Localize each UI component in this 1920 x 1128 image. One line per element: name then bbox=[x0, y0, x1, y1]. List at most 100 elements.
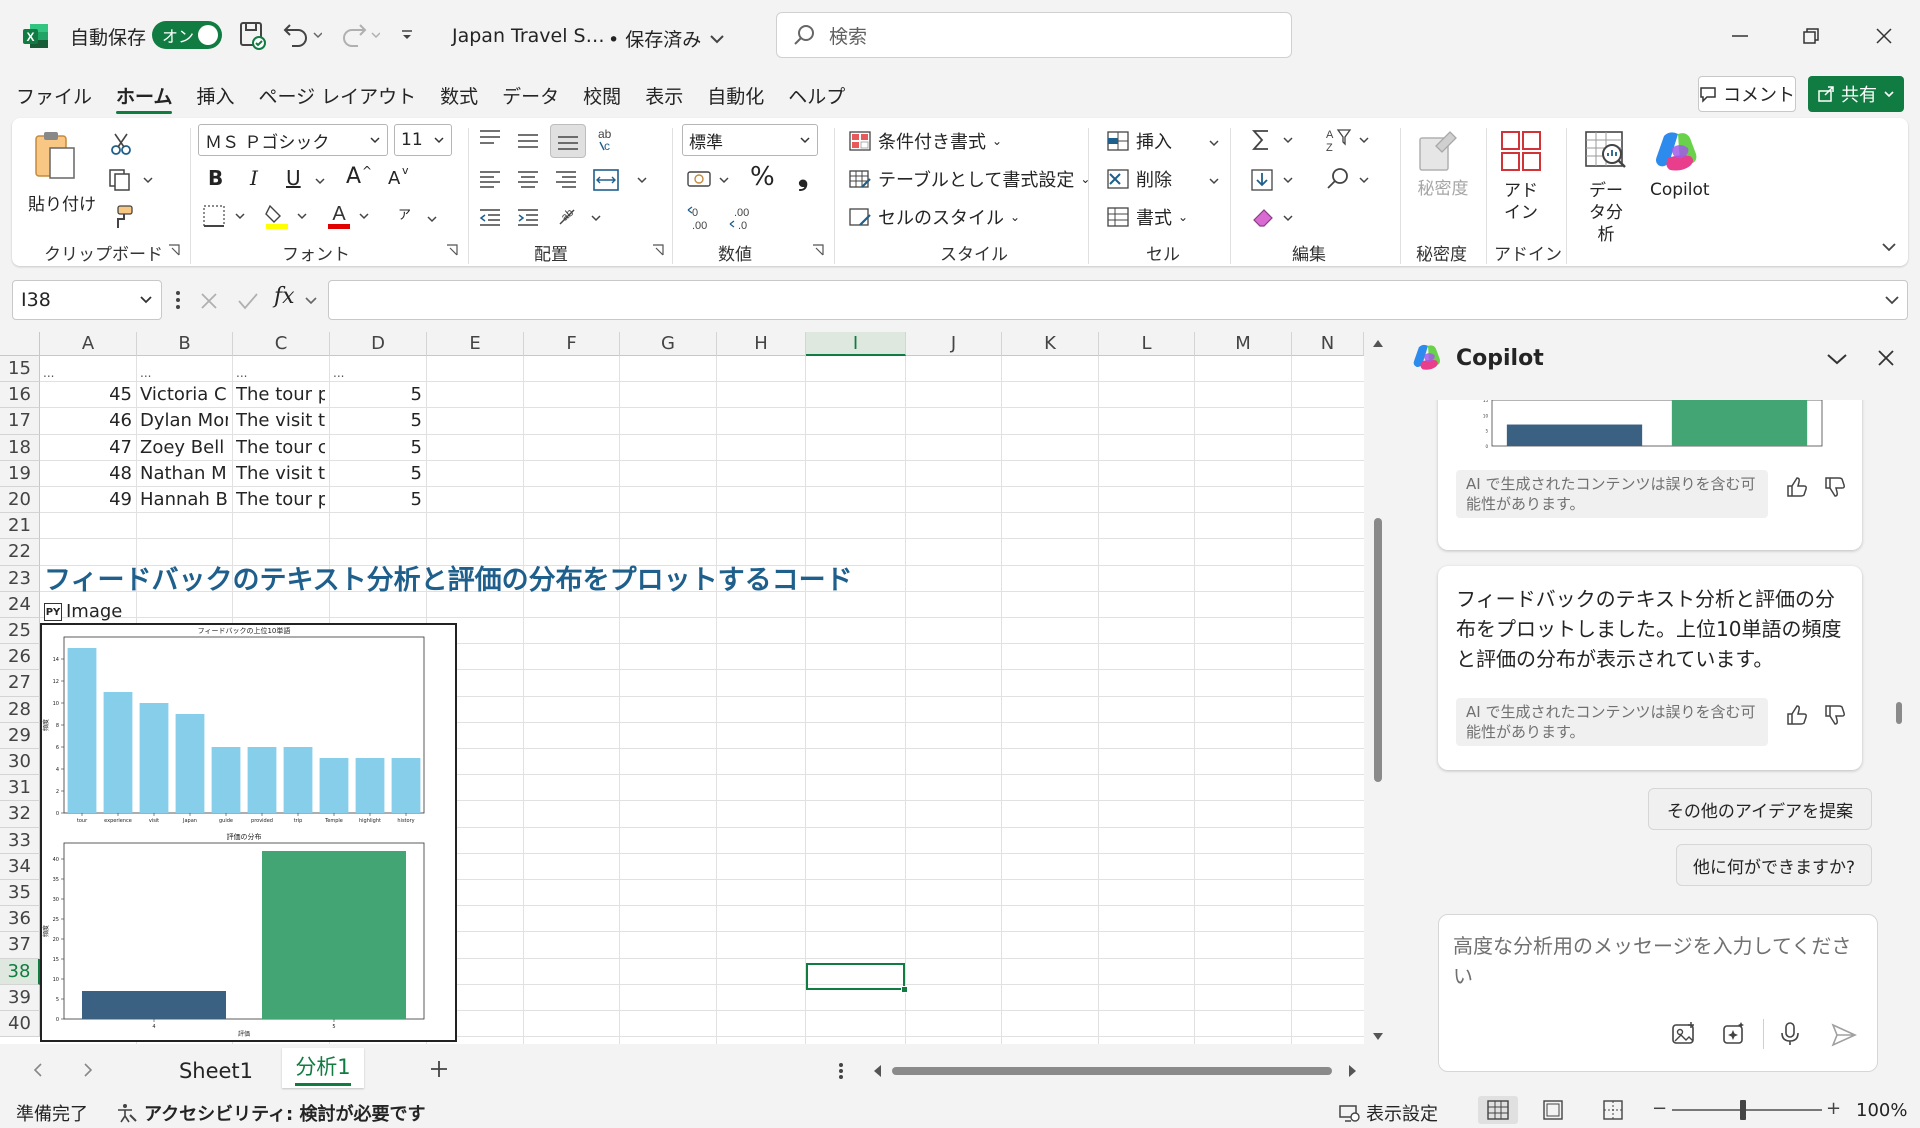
row-header-32[interactable]: 32 bbox=[0, 801, 40, 828]
function-chevron-icon[interactable] bbox=[304, 296, 318, 306]
zoom-in-icon[interactable]: + bbox=[1826, 1098, 1841, 1119]
row-header-31[interactable]: 31 bbox=[0, 775, 40, 802]
copilot-close-icon[interactable] bbox=[1876, 348, 1896, 368]
column-header-c[interactable]: C bbox=[233, 332, 330, 356]
scroll-right-icon[interactable] bbox=[1348, 1064, 1358, 1078]
page-layout-view-icon[interactable] bbox=[1542, 1100, 1564, 1120]
row-header-39[interactable]: 39 bbox=[0, 984, 40, 1011]
align-middle-icon[interactable] bbox=[516, 130, 540, 152]
orientation-icon[interactable]: ab c bbox=[596, 126, 622, 154]
copilot-input-box[interactable]: 高度な分析用のメッセージを入力してください bbox=[1438, 914, 1878, 1072]
row-header-26[interactable]: 26 bbox=[0, 644, 40, 671]
align-bottom-button[interactable] bbox=[550, 124, 586, 158]
align-left-icon[interactable] bbox=[478, 168, 502, 190]
dialog-launcher-icon[interactable] bbox=[168, 244, 180, 256]
column-header-h[interactable]: H bbox=[717, 332, 806, 356]
scroll-left-icon[interactable] bbox=[872, 1064, 882, 1078]
thumbs-down-icon[interactable] bbox=[1824, 704, 1846, 726]
paste-button[interactable]: 貼り付け bbox=[28, 128, 96, 215]
column-header-d[interactable]: D bbox=[330, 332, 427, 356]
python-chart-image[interactable]: フィードバックの上位10単語 頻度 0 2 4 6 8 10 12 14 tour experienc… bbox=[40, 623, 457, 1042]
phonetic-button[interactable]: ア bbox=[398, 204, 411, 223]
sensitivity-button[interactable]: 秘密度 bbox=[1414, 128, 1474, 238]
tab-automate[interactable]: 自動化 bbox=[695, 76, 776, 116]
row-header-30[interactable]: 30 bbox=[0, 749, 40, 776]
normal-view-button[interactable] bbox=[1478, 1096, 1518, 1124]
search-box[interactable]: 検索 bbox=[776, 12, 1292, 58]
autosum-icon[interactable] bbox=[1250, 128, 1302, 152]
horizontal-scrollbar[interactable] bbox=[868, 1062, 1368, 1080]
restore-icon[interactable] bbox=[1801, 26, 1821, 46]
column-header-m[interactable]: M bbox=[1195, 332, 1292, 356]
document-title[interactable]: Japan Travel S… bbox=[452, 25, 605, 47]
conditional-formatting-button[interactable]: 条件付き書式 ⌄ bbox=[848, 128, 1002, 154]
row-header-27[interactable]: 27 bbox=[0, 670, 40, 697]
insert-cells-button[interactable]: 挿入 bbox=[1106, 128, 1172, 154]
zoom-level[interactable]: 100% bbox=[1856, 1100, 1907, 1121]
scroll-up-icon[interactable] bbox=[1372, 338, 1384, 348]
more-options-icon[interactable] bbox=[175, 290, 181, 310]
cell-c[interactable]: The visit t bbox=[236, 408, 325, 434]
minimize-icon[interactable] bbox=[1730, 26, 1750, 46]
cell-b[interactable]: Zoey Bell bbox=[140, 435, 228, 461]
horizontal-scroll-thumb[interactable] bbox=[892, 1067, 1332, 1075]
copy-icon[interactable] bbox=[108, 168, 154, 192]
sheet-tab-sheet1[interactable]: Sheet1 bbox=[166, 1054, 266, 1088]
increase-indent-icon[interactable] bbox=[516, 206, 540, 228]
row-header-20[interactable]: 20 bbox=[0, 487, 40, 514]
expand-formula-icon[interactable] bbox=[1884, 294, 1900, 306]
fill-icon[interactable] bbox=[1250, 168, 1302, 192]
cell-b[interactable]: Dylan Mor bbox=[140, 408, 228, 434]
row-header-23[interactable]: 23 bbox=[0, 565, 40, 592]
cell-c[interactable]: The tour c bbox=[236, 435, 325, 461]
redo-icon[interactable] bbox=[340, 22, 380, 48]
confirm-entry-icon[interactable] bbox=[236, 290, 260, 312]
scroll-down-icon[interactable] bbox=[1372, 1032, 1384, 1042]
bold-button[interactable]: B bbox=[208, 166, 223, 190]
cancel-entry-icon[interactable] bbox=[198, 290, 220, 312]
tab-file[interactable]: ファイル bbox=[0, 76, 104, 116]
cell-a[interactable]: 48 bbox=[43, 461, 132, 487]
insert-function-icon[interactable]: fx bbox=[274, 284, 295, 309]
suggestion-more-ideas[interactable]: その他のアイデアを提案 bbox=[1648, 788, 1872, 830]
column-header-f[interactable]: F bbox=[524, 332, 620, 356]
column-header-a[interactable]: A bbox=[40, 332, 137, 356]
dialog-launcher-icon[interactable] bbox=[446, 244, 458, 256]
name-box[interactable]: I38 bbox=[12, 280, 162, 320]
row-header-37[interactable]: 37 bbox=[0, 932, 40, 959]
font-color-icon[interactable]: A bbox=[326, 202, 374, 230]
data-analysis-button[interactable]: データ分析 bbox=[1582, 128, 1642, 245]
dialog-launcher-icon[interactable] bbox=[652, 244, 664, 256]
cell-d[interactable]: 5 bbox=[333, 461, 422, 487]
vertical-scroll-thumb[interactable] bbox=[1374, 518, 1382, 782]
comma-button[interactable]: ❟ bbox=[798, 162, 808, 193]
zoom-out-icon[interactable]: − bbox=[1652, 1098, 1667, 1119]
cell-b[interactable]: Hannah Ba bbox=[140, 487, 228, 513]
delete-cells-chevron-icon[interactable] bbox=[1208, 176, 1220, 186]
row-header-36[interactable]: 36 bbox=[0, 906, 40, 933]
copilot-message-list[interactable]: 0 5 10 15 AI で生成されたコンテンツは誤りを含む可能性があります。 フィー… bbox=[1400, 400, 1892, 1090]
display-settings-button[interactable]: 表示設定 bbox=[1338, 1100, 1438, 1126]
row-header-33[interactable]: 33 bbox=[0, 827, 40, 854]
vertical-scrollbar[interactable] bbox=[1364, 332, 1392, 1048]
addins-button[interactable]: アドイン bbox=[1498, 128, 1558, 238]
row-header-38[interactable]: 38 bbox=[0, 958, 40, 985]
collapse-ribbon-icon[interactable] bbox=[1880, 240, 1898, 254]
format-as-table-button[interactable]: テーブルとして書式設定 ⌄ bbox=[848, 166, 1090, 192]
tab-view[interactable]: 表示 bbox=[633, 76, 695, 116]
copilot-scrollbar[interactable] bbox=[1894, 402, 1904, 1082]
number-format-select[interactable]: 標準 bbox=[682, 124, 818, 156]
currency-format-icon[interactable] bbox=[686, 168, 736, 192]
column-header-n[interactable]: N bbox=[1292, 332, 1364, 356]
row-header-25[interactable]: 25 bbox=[0, 618, 40, 645]
row-header-18[interactable]: 18 bbox=[0, 434, 40, 461]
thumbs-up-icon[interactable] bbox=[1786, 704, 1808, 726]
save-status[interactable]: • 保存済み bbox=[608, 25, 725, 52]
format-cells-button[interactable]: 書式 ⌄ bbox=[1106, 204, 1188, 230]
row-header-28[interactable]: 28 bbox=[0, 696, 40, 723]
worksheet-grid[interactable]: ABCDEFGHIJKLMN 15 16 17 18 19 20 21 22 23 24 25 26 2… bbox=[0, 332, 1364, 1044]
column-header-g[interactable]: G bbox=[620, 332, 717, 356]
fill-color-icon[interactable] bbox=[264, 202, 312, 230]
cell-a[interactable]: 49 bbox=[43, 487, 132, 513]
cut-icon[interactable] bbox=[110, 132, 132, 156]
